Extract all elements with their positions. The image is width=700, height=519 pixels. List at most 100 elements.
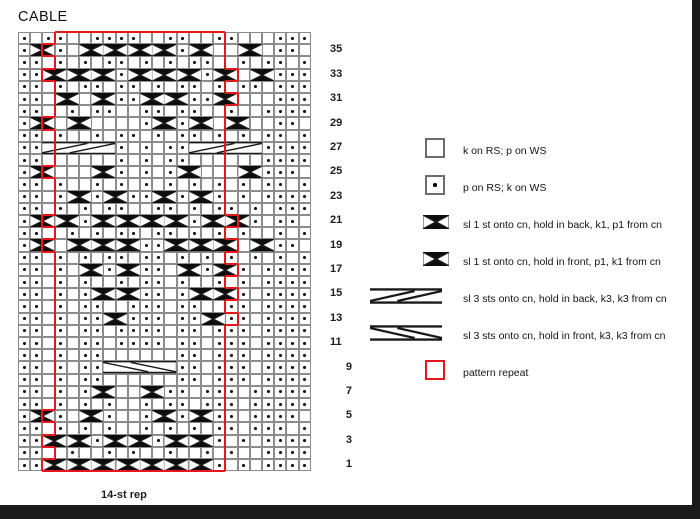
chart-cell-purl [225,337,238,350]
legend-label: sl 1 st onto cn, hold in front, p1, k1 f… [463,256,661,268]
knitting-chart [18,30,311,473]
chart-cell-purl [298,459,311,472]
chart-cell-purl [188,349,201,362]
chart-cell-purl [274,324,287,337]
chart-cell-knit [115,239,128,252]
chart-cell-knit [66,385,79,398]
chart-cell-knit [127,117,140,130]
chart-cell-knit [262,93,275,106]
chart-cell-knit [164,80,177,93]
chart-cell-purl [54,324,67,337]
chart-cell-purl [274,93,287,106]
chart-cell-purl [18,239,31,252]
repeat-outline-right-step [225,79,238,82]
chart-cell-knit [140,215,153,228]
chart-cell-purl [298,422,311,435]
chart-cell-purl [274,202,287,215]
chart-cell-knit [30,32,43,45]
chart-cell-knit [66,434,79,447]
chart-cell-purl [30,300,43,313]
chart-cell-purl [164,32,177,45]
chart-cell-knit [79,434,92,447]
chart-cell-knit [140,446,153,459]
chart-cell-purl [140,117,153,130]
repeat-outline-left [53,178,56,215]
chart-cell-purl [54,410,67,423]
chart-cell-purl [140,324,153,337]
chart-cell-purl [115,32,128,45]
chart-cell-purl [54,398,67,411]
chart-cell-purl [176,44,189,57]
chart-cell-knit [201,239,214,252]
chart-cell-knit [237,93,250,106]
chart-cell-purl [127,324,140,337]
chart-cell-knit [103,190,116,203]
chart-cell-knit [91,117,104,130]
chart-cell-knit [103,44,116,57]
chart-cell-knit [201,276,214,289]
chart-cell-knit [152,385,165,398]
chart-cell-purl [18,300,31,313]
chart-cell-knit [188,32,201,45]
repeat-outline-left-step [42,409,55,412]
chart-cell-knit [176,263,189,276]
chart-cell-knit [91,239,104,252]
chart-cell-knit [66,56,79,69]
chart-cell-knit [66,80,79,93]
chart-cell-purl [54,385,67,398]
chart-cell-purl [140,300,153,313]
chart-cell-purl [164,202,177,215]
chart-cell-knit [127,263,140,276]
chart-cell-purl [201,446,214,459]
chart-cell-knit [298,239,311,252]
chart-cell-purl [237,324,250,337]
chart-cell-knit [188,68,201,81]
chart-cell-purl [225,361,238,374]
chart-cell-purl [176,251,189,264]
pattern-repeat-box-icon [425,360,445,380]
chart-cell-purl [249,215,262,228]
chart-cell-knit [79,190,92,203]
chart-cell-knit [201,215,214,228]
chart-cell-purl [274,44,287,57]
chart-cell-knit [152,178,165,191]
chart-cell-purl [286,324,299,337]
chart-cell-purl [262,410,275,423]
legend-label: sl 1 st onto cn, hold in back, k1, p1 fr… [463,219,663,231]
chart-cell-knit [164,312,177,325]
chart-cell-purl [18,398,31,411]
chart-cell-knit [54,227,67,240]
chart-cell-purl [18,56,31,69]
p-square-dot-icon [425,175,445,195]
chart-cell-purl [140,312,153,325]
chart-cell-knit [127,56,140,69]
chart-cell-purl [18,32,31,45]
repeat-outline-right-step [225,104,238,107]
chart-cell-purl [262,361,275,374]
chart-cell-purl [30,93,43,106]
chart-cell-purl [225,349,238,362]
cable-1-back-icon [422,214,450,234]
chart-cell-knit [286,129,299,142]
chart-cell-knit [225,117,238,130]
chart-cell-knit [140,227,153,240]
chart-cell-purl [54,373,67,386]
chart-cell-knit [262,215,275,228]
chart-cell-purl [274,117,287,130]
chart-cell-knit [225,459,238,472]
chart-cell-knit [249,93,262,106]
chart-cell-knit [66,178,79,191]
chart-cell-purl [262,141,275,154]
chart-cell-purl [115,80,128,93]
chart-cell-purl [140,239,153,252]
chart-cell-purl [54,337,67,350]
chart-cell-knit [127,410,140,423]
chart-cell-purl [262,166,275,179]
chart-cell-knit [249,166,262,179]
chart-cell-purl [286,32,299,45]
chart-cell-knit [188,276,201,289]
row-number: 1 [345,458,352,471]
chart-cell-purl [54,56,67,69]
chart-cell-knit [54,93,67,106]
chart-cell-purl [79,349,92,362]
